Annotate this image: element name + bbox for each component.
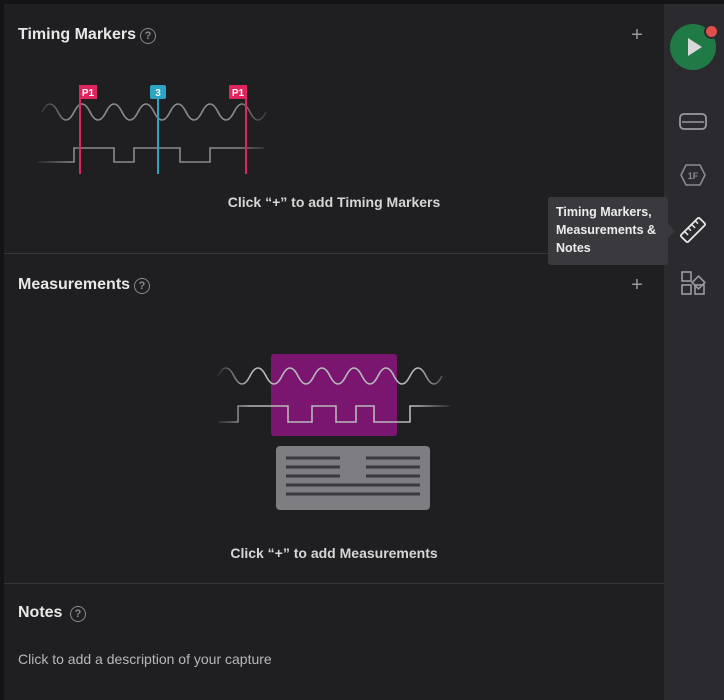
right-sidebar: 1F <box>664 4 724 700</box>
measurements-title: Measurements <box>18 276 131 293</box>
analyzer-1f-icon[interactable]: 1F <box>678 160 708 190</box>
add-timing-marker-button[interactable]: + <box>628 25 646 45</box>
ruler-icon[interactable] <box>678 215 708 245</box>
annotations-panel: Timing Markers ? + P1 3 P1 Click “+” to … <box>4 4 664 700</box>
notes-description-input[interactable]: Click to add a description of your captu… <box>18 651 272 667</box>
help-icon[interactable]: ? <box>134 278 150 294</box>
help-icon[interactable]: ? <box>70 606 86 622</box>
sidebar-tooltip: Timing Markers, Measurements & Notes <box>548 197 668 265</box>
measurements-section: Measurements ? + Click “+” to add Measur… <box>4 254 664 583</box>
notes-title: Notes <box>18 604 63 621</box>
timing-markers-illustration: P1 3 P1 <box>34 78 274 178</box>
add-measurement-button[interactable]: + <box>628 275 646 295</box>
device-icon[interactable] <box>678 106 708 136</box>
help-icon[interactable]: ? <box>140 28 156 44</box>
status-dot <box>704 24 719 39</box>
marker-label-p1-b: P1 <box>232 88 245 99</box>
marker-label-p1-a: P1 <box>82 88 95 99</box>
notes-section: Notes ? Click to add a description of yo… <box>4 584 664 700</box>
svg-text:1F: 1F <box>688 171 699 181</box>
measurements-hint: Click “+” to add Measurements <box>230 545 438 561</box>
measurements-illustration <box>214 350 454 510</box>
marker-label-3: 3 <box>155 88 161 99</box>
measurement-card <box>276 446 430 510</box>
tooltip-arrow <box>668 224 675 238</box>
extensions-icon[interactable] <box>678 268 708 298</box>
timing-markers-title: Timing Markers <box>18 26 136 43</box>
